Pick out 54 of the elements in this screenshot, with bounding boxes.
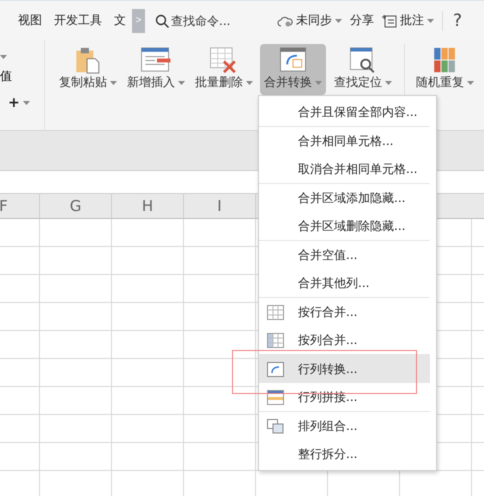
search-field[interactable]: 查找命令... — [171, 14, 255, 28]
ribbon-button[interactable]: 查找定位 — [329, 44, 397, 95]
column-header[interactable]: G — [40, 194, 112, 218]
menu-item[interactable]: 合并其他列... — [259, 269, 430, 297]
merge-convert-icon — [279, 47, 307, 74]
caret-icon — [178, 80, 185, 84]
menu-item[interactable]: 取消合并相同单元格... — [259, 155, 430, 183]
column-header[interactable]: F — [0, 194, 40, 218]
menu-item[interactable]: 整行拆分... — [259, 440, 430, 468]
caret-icon — [22, 101, 30, 106]
table-stack-icon — [267, 418, 284, 434]
ribbon-button[interactable]: 新增插入 — [124, 44, 188, 95]
insert-row-icon — [140, 47, 172, 74]
menu-tab[interactable]: 开发工具 — [48, 12, 108, 29]
menu-item[interactable]: 合并且保留全部内容... — [259, 98, 430, 126]
comment-button[interactable]: 批注 — [378, 12, 438, 29]
search-icon — [155, 14, 169, 28]
menu-item[interactable]: 合并空值... — [259, 241, 430, 269]
cloud-icon — [277, 14, 293, 26]
caret-icon — [427, 18, 434, 22]
caret-icon — [467, 80, 474, 84]
ribbon-button[interactable]: 复制粘贴 — [55, 44, 121, 95]
ribbon-button[interactable]: 随机重复 — [412, 44, 478, 95]
column-header[interactable]: H — [112, 194, 184, 218]
add-button[interactable]: + — [0, 95, 44, 112]
column-header[interactable]: I — [184, 194, 256, 218]
help-button[interactable]: ? — [442, 10, 472, 30]
menu-item[interactable]: 合并相同单元格... — [259, 127, 430, 155]
transpose-icon — [267, 362, 284, 376]
color-blocks-icon — [432, 47, 458, 74]
caret-icon — [335, 18, 342, 22]
ribbon-button[interactable]: 合并转换 — [260, 44, 326, 95]
menu-item[interactable]: 合并区域删除隐藏... — [259, 212, 430, 240]
caret-icon — [0, 54, 7, 59]
caret-icon — [110, 80, 117, 84]
comment-icon — [382, 14, 397, 28]
caret-icon — [246, 80, 253, 84]
sync-button[interactable]: 未同步 — [273, 12, 346, 29]
share-button[interactable]: 分享 — [346, 12, 378, 29]
menu-item[interactable]: 行列转换... — [259, 355, 430, 383]
grid-column-icon — [267, 332, 284, 348]
caret-icon — [315, 80, 322, 84]
menu-item[interactable]: 按行合并... — [259, 298, 430, 326]
ribbon-button[interactable]: 批量删除 — [191, 44, 257, 95]
ribbon-label: 值 — [0, 68, 13, 86]
clipboard-icon — [74, 47, 102, 74]
menu-item[interactable]: 合并区域添加隐藏... — [259, 184, 430, 212]
grid-icon — [267, 304, 284, 320]
menu-item[interactable]: 排列组合... — [259, 412, 430, 440]
join-rows-icon — [267, 390, 284, 404]
menu-tab[interactable]: 视图 — [12, 12, 48, 29]
caret-icon — [385, 80, 392, 84]
menu-item[interactable]: 按列合并... — [259, 326, 430, 354]
menu-tab[interactable]: 文 — [108, 12, 132, 29]
